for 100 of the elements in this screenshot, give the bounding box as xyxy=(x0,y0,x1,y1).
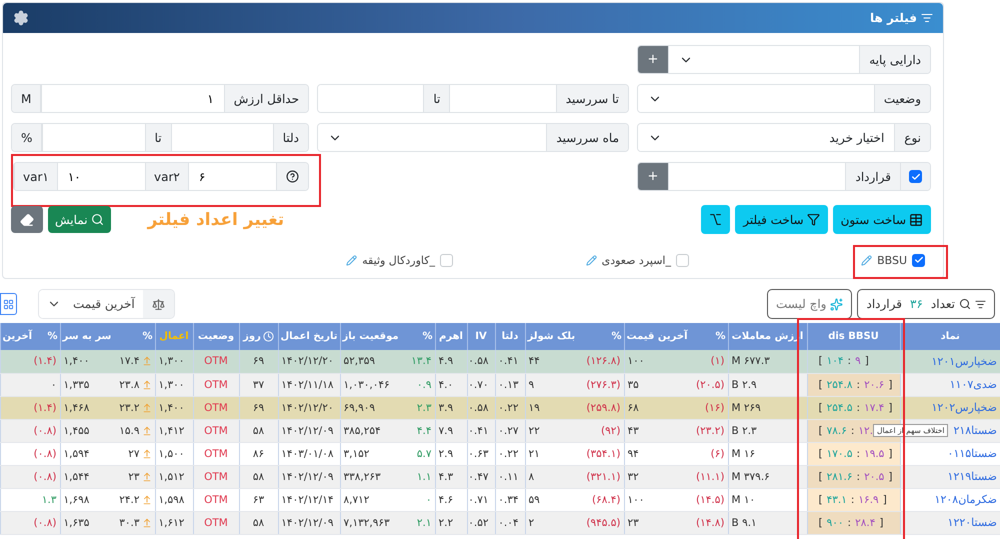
checkbox[interactable] xyxy=(440,254,453,266)
checkbox[interactable] xyxy=(676,254,689,266)
show-button[interactable]: نمایش xyxy=(48,206,111,233)
dis-value: [ ۱۰۴ : ۹ ] xyxy=(818,355,869,368)
table-cell: ۱۹ xyxy=(528,402,540,414)
pencil-icon[interactable] xyxy=(861,254,872,266)
field-label: دلتا xyxy=(272,124,308,151)
column-header[interactable]: تاریخ اعمال xyxy=(278,323,340,350)
column-header[interactable]: دلتا xyxy=(495,323,525,350)
percent-cell: (۱۶) xyxy=(705,402,724,414)
table-cell: ۶۹,۹۰۹ xyxy=(344,402,376,414)
percent-cell: (۰.۸) xyxy=(34,516,56,528)
add-button[interactable]: + xyxy=(638,46,668,73)
table-cell: ۱,۵۰۰ xyxy=(158,448,184,460)
column-header[interactable]: % آخرین xyxy=(0,323,60,350)
help-icon[interactable] xyxy=(286,170,299,183)
strategy-label: _کاوردکال وثیقه xyxy=(362,254,435,266)
arrow-up-icon xyxy=(142,448,152,458)
symbol-link[interactable]: ضکرمان۱۲۰۸ xyxy=(904,493,997,506)
field-label: قرارداد xyxy=(845,163,900,190)
table-cell: ۱,۵۴۴ xyxy=(64,470,90,482)
sort-select[interactable]: آخرین قیمت xyxy=(38,289,175,319)
symbol-link[interactable]: ضستا۱۲۲۰ xyxy=(904,516,997,529)
option-icon xyxy=(709,213,722,226)
column-header[interactable]: روز xyxy=(239,323,278,350)
table-cell: ۱۴۰۲/۱۲/۰۹ xyxy=(281,516,334,528)
column-header[interactable]: وضعیت xyxy=(193,323,239,350)
grid-view-button[interactable] xyxy=(0,293,17,315)
table-cell-text: ۶۳ xyxy=(252,494,266,506)
percent-cell: (۱۴.۵) xyxy=(696,494,724,506)
symbol-link[interactable]: ضستا۰۱۱۵ xyxy=(904,447,997,460)
watchlist-button[interactable]: واچ لیست xyxy=(767,289,852,319)
column-header[interactable]: % موقعیت باز xyxy=(340,323,435,350)
field-label: دارایی پایه xyxy=(859,46,930,73)
pencil-icon[interactable] xyxy=(346,254,358,266)
column-header[interactable]: اهرم xyxy=(435,323,467,350)
input-group[interactable]: تا سررسید تا xyxy=(317,84,629,113)
status-cell-text: OTM xyxy=(203,402,229,414)
table-cell: ۲.۹ xyxy=(438,448,454,460)
table-cell: ۵۲,۳۵۹ xyxy=(344,355,376,368)
table-cell: ۰.۴۷ xyxy=(468,470,488,482)
column-header[interactable]: IV xyxy=(467,323,495,350)
table-cell: ۱,۴۰۰ xyxy=(64,355,90,368)
percent-cell: (۰.۸) xyxy=(34,448,56,460)
table-cell: ۷.۹ xyxy=(438,424,454,436)
table-cell-text: ۳۷ xyxy=(252,378,266,390)
strategy-label: _اسپرد صعودی xyxy=(602,254,671,266)
input-group[interactable]: قرارداد + xyxy=(637,162,931,191)
table-cell: ۰.۲۲ xyxy=(498,402,518,414)
field-label: تا xyxy=(144,124,171,151)
add-button[interactable]: + xyxy=(638,163,668,190)
pencil-icon[interactable] xyxy=(586,254,597,266)
percent-cell: (۰.۸) xyxy=(34,470,56,482)
arrow-up-icon xyxy=(142,402,152,412)
percent-cell: ۵.۷ xyxy=(416,448,432,460)
table-cell: ۹.۱ B xyxy=(732,516,757,528)
dis-value: [ ۲۵۴.۸ : ۲۰.۶ ] xyxy=(818,378,892,390)
build-filter-button[interactable]: ساخت فیلتر xyxy=(735,205,828,234)
percent-cell: (۹۲) xyxy=(601,424,620,436)
table-cell: ۰.۰۴ xyxy=(498,516,518,528)
input-group[interactable]: دلتا تا % xyxy=(11,123,309,152)
option-button[interactable] xyxy=(701,205,730,234)
checkbox[interactable] xyxy=(909,170,922,183)
settings-icon[interactable] xyxy=(13,10,29,26)
percent-cell: ۰ xyxy=(426,494,432,506)
field-label: var۱ xyxy=(14,163,57,190)
percent-cell: (۰.۸) xyxy=(34,424,56,436)
symbol-link[interactable]: ضدی۱۱۰۷ xyxy=(904,378,997,391)
table-cell: ۰.۵۸ xyxy=(468,355,488,368)
build-column-button[interactable]: ساخت ستون xyxy=(832,205,931,234)
scale-icon xyxy=(152,298,165,310)
eraser-button[interactable] xyxy=(11,206,43,233)
table-cell: ۰.۲۷ xyxy=(498,424,518,436)
dis-value: [ ۲۸۱.۶ : ۲۰.۵ ] xyxy=(818,470,892,482)
dis-value: [ ۷۸.۶ : ۱۲. xyxy=(818,424,874,436)
percent-cell: (۳۵۴.۱) xyxy=(586,448,620,460)
input-group[interactable]: ۶ var۲ ۱۰ var۱ xyxy=(13,162,309,191)
percent-cell: (۱.۴) xyxy=(34,402,56,414)
field-label: تا سررسید xyxy=(556,85,628,112)
checkbox[interactable] xyxy=(912,254,925,266)
table-cell: ۱۴۰۲/۱۲/۰۹ xyxy=(281,424,334,436)
column-header[interactable]: % بلک شولز xyxy=(525,323,624,350)
percent-cell: (۱۴.۸) xyxy=(696,516,724,528)
column-header[interactable]: dis BBSU xyxy=(807,323,900,350)
unit-label: M xyxy=(12,85,42,112)
percent-cell: (۲۰.۵) xyxy=(696,378,724,390)
column-header[interactable]: % آخرین قیمت xyxy=(624,323,728,350)
symbol-link[interactable]: ضخپارس۱۲۰۲ xyxy=(904,401,997,414)
table-cell: ۰.۲۲ xyxy=(498,448,518,460)
select-field[interactable] xyxy=(668,46,860,73)
percent-cell: ۱.۳ xyxy=(42,494,56,506)
percent-cell: ۰ xyxy=(50,378,56,390)
percent-cell: (۶۸.۴) xyxy=(592,494,620,506)
percent-cell: ۱۳.۴ xyxy=(411,355,432,368)
table-cell: ۲.۹ B xyxy=(732,378,757,390)
count-button[interactable]: تعداد ۳۶ قرارداد xyxy=(857,289,995,319)
symbol-link[interactable]: ضستا۱۲۱۹ xyxy=(904,470,997,483)
column-header[interactable]: نماد xyxy=(900,323,1000,350)
symbol-link[interactable]: ضخپارس۱۲۰۱ xyxy=(904,354,997,368)
column-header[interactable]: % سر به سر xyxy=(60,323,155,350)
